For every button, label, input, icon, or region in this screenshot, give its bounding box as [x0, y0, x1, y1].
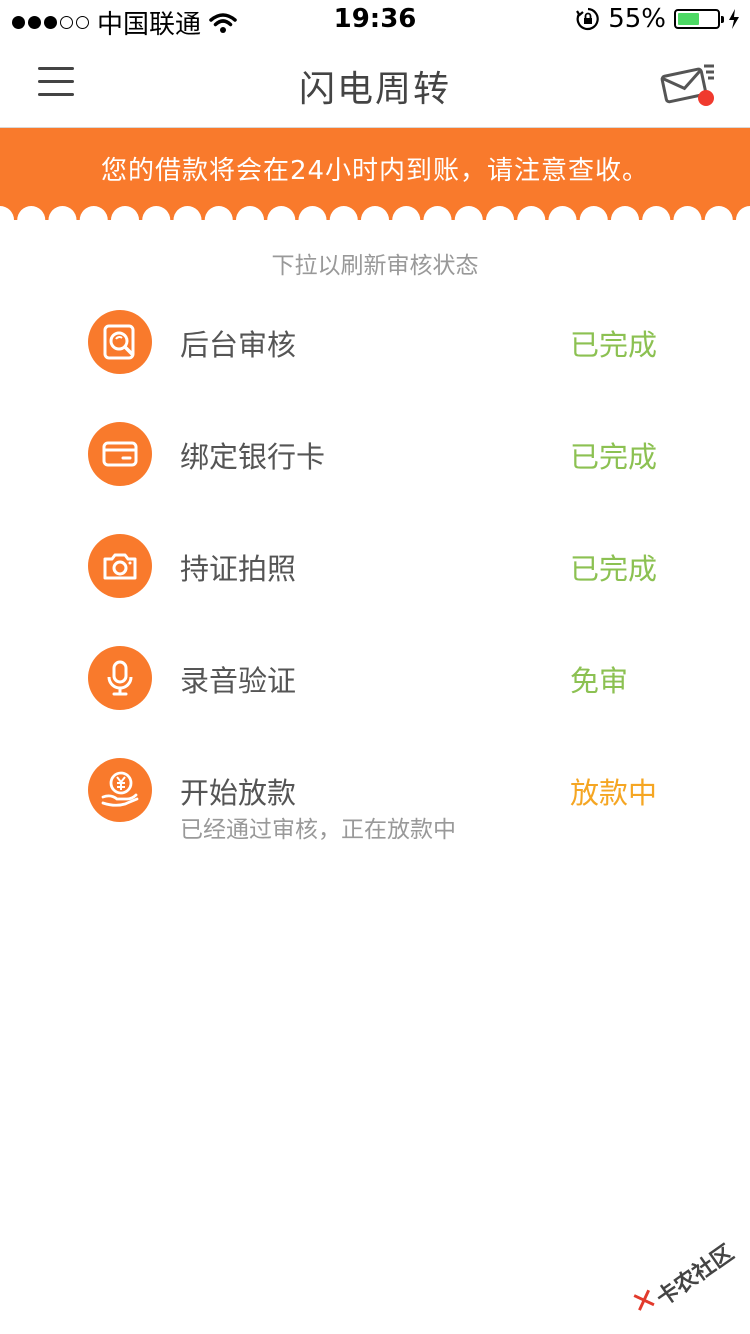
- step-status: 已完成: [570, 440, 658, 474]
- search-review-icon: [88, 310, 152, 374]
- step-label: 持证拍照: [180, 552, 297, 586]
- step-label: 绑定银行卡: [180, 440, 326, 474]
- battery-icon: [674, 9, 724, 29]
- orientation-lock-icon: [576, 7, 599, 31]
- step-disburse: 开始放款 放款中 已经通过审核，正在放款中: [0, 758, 750, 843]
- battery-fill: [678, 13, 699, 25]
- bank-card-icon: [88, 422, 152, 486]
- step-label: 开始放款: [180, 776, 297, 810]
- banner-scallop-edge: [0, 200, 750, 220]
- step-status: 已完成: [570, 552, 658, 586]
- pull-refresh-hint: 下拉以刷新审核状态: [271, 253, 479, 279]
- step-voice: 录音验证 免审: [0, 646, 750, 716]
- step-photo: 持证拍照 已完成: [0, 534, 750, 604]
- banner-text: 您的借款将会在24小时内到账，请注意查收。: [100, 156, 650, 186]
- nav-bar: 闪电周转: [0, 40, 750, 128]
- forum-watermark-logo: ✕ 卡农社区: [627, 1240, 742, 1323]
- status-bar: 中国联通 19:36 55%: [0, 0, 750, 40]
- page-title: 闪电周转: [298, 69, 451, 110]
- camera-icon: [88, 534, 152, 598]
- step-status: 已完成: [570, 328, 658, 362]
- microphone-icon: [88, 646, 152, 710]
- envelope-icon: [660, 64, 714, 106]
- watermark-text: 卡农社区: [652, 1240, 739, 1312]
- yuan-hand-icon: [88, 758, 152, 822]
- battery-percent: 55%: [608, 4, 666, 34]
- step-review: 后台审核 已完成: [0, 310, 750, 380]
- step-status: 放款中: [570, 776, 658, 810]
- step-label: 录音验证: [180, 664, 297, 698]
- step-status: 免审: [570, 664, 629, 698]
- status-right: 55%: [576, 4, 740, 34]
- notification-dot: [698, 90, 714, 106]
- charging-icon: [729, 9, 739, 29]
- messages-button[interactable]: [660, 60, 720, 110]
- step-subtitle: 已经通过审核，正在放款中: [180, 817, 456, 843]
- step-label: 后台审核: [180, 328, 297, 362]
- step-bank-card: 绑定银行卡 已完成: [0, 422, 750, 492]
